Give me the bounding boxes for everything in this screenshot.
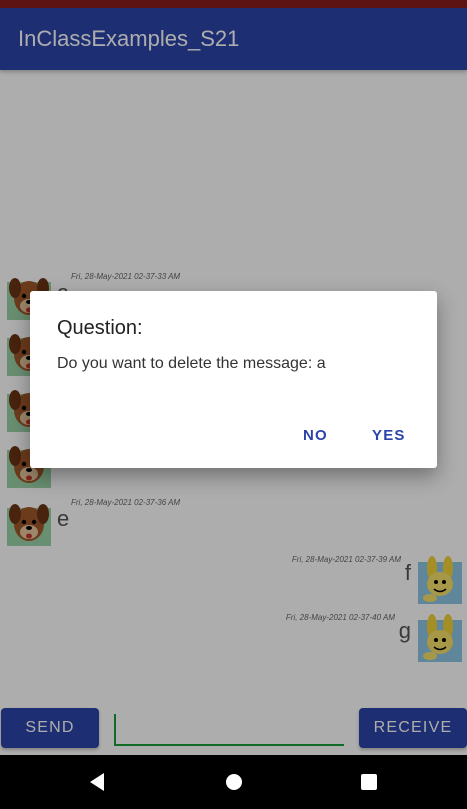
yes-button[interactable]: YES [372, 427, 406, 444]
home-button[interactable] [204, 755, 264, 809]
screen: InClassExamples_S21 Fri, 28-May-2021 02-… [0, 0, 467, 809]
dialog-message: Do you want to delete the message: a [57, 355, 326, 372]
delete-confirm-dialog: Question: Do you want to delete the mess… [30, 291, 437, 468]
no-button[interactable]: NO [303, 427, 328, 444]
back-icon [90, 773, 104, 791]
recents-icon [361, 774, 377, 790]
system-nav-bar [0, 755, 467, 809]
dialog-title: Question: [57, 317, 143, 339]
home-icon [226, 774, 242, 790]
recents-button[interactable] [339, 755, 399, 809]
back-button[interactable] [67, 755, 127, 809]
